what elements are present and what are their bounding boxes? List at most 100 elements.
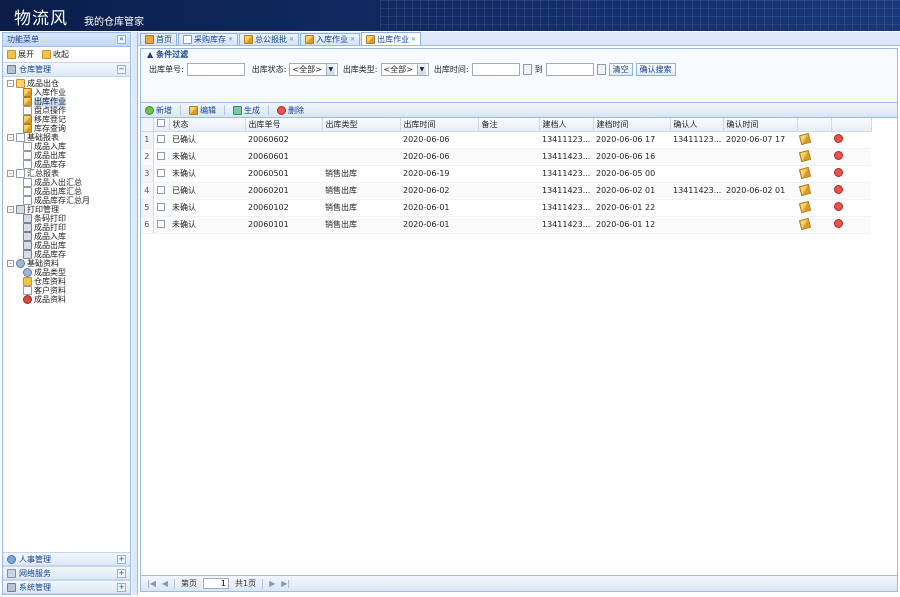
tree-node[interactable]: 成品资料 bbox=[5, 295, 130, 304]
next-page-icon[interactable]: ▶ bbox=[269, 579, 275, 588]
delete-icon[interactable] bbox=[834, 168, 843, 177]
delete-icon[interactable] bbox=[834, 185, 843, 194]
accordion-warehouse-header[interactable]: 仓库管理 − bbox=[3, 63, 130, 77]
table-row[interactable]: 1 已确认 20060602 2020-06-06 13411123... 2020-06… bbox=[141, 131, 871, 149]
close-icon[interactable]: ✕ bbox=[350, 36, 355, 43]
table-row[interactable]: 2 未确认 20060601 2020-06-06 13411423... 2020-06… bbox=[141, 148, 871, 166]
first-page-icon[interactable]: |◀ bbox=[147, 579, 156, 588]
status-select[interactable]: <全部> ▼ bbox=[289, 63, 338, 76]
tree-node[interactable]: 成品库存汇总月 bbox=[5, 196, 130, 205]
edit-pencil-icon[interactable] bbox=[798, 149, 812, 162]
tab-item[interactable]: 总公报批 ✕ bbox=[239, 33, 300, 45]
delete-icon[interactable] bbox=[834, 219, 843, 228]
clear-button[interactable]: 清空 bbox=[608, 63, 633, 76]
tab-item[interactable]: 出库作业 ✕ bbox=[361, 32, 422, 45]
tree-node[interactable]: 客户资料 bbox=[5, 286, 130, 295]
order-no-input[interactable] bbox=[186, 63, 245, 76]
tree-node[interactable]: 成品打印 bbox=[5, 223, 130, 232]
filter-header[interactable]: ▲ 条件过滤 bbox=[141, 49, 897, 60]
column-header[interactable]: 出库类型 bbox=[322, 118, 401, 132]
column-header[interactable]: 建档时间 bbox=[593, 118, 671, 132]
table-row[interactable]: 3 未确认 20060501 销售出库 2020-06-19 13411423... 202… bbox=[141, 165, 871, 183]
tree-node[interactable]: 成品库存 bbox=[5, 250, 130, 259]
tree-node[interactable]: - 打印管理 bbox=[5, 205, 130, 214]
checkbox[interactable] bbox=[157, 185, 166, 194]
column-header[interactable]: 出库单号 bbox=[245, 118, 323, 132]
tab-item[interactable]: 首页 bbox=[140, 33, 177, 45]
edit-button[interactable]: 编辑 bbox=[189, 105, 216, 116]
tree-node[interactable]: 出库作业 bbox=[5, 96, 130, 107]
table-row[interactable]: 4 已确认 20060201 销售出库 2020-06-02 13411423... 202… bbox=[141, 182, 871, 200]
tree-node[interactable]: - 成品出仓 bbox=[5, 79, 130, 88]
edit-pencil-icon[interactable] bbox=[798, 132, 812, 145]
edit-pencil-icon[interactable] bbox=[798, 166, 812, 179]
start-date-input[interactable] bbox=[471, 63, 520, 76]
accordion-system-header[interactable]: 系统管理 + bbox=[3, 580, 130, 594]
row-checkbox[interactable] bbox=[153, 165, 169, 183]
row-checkbox[interactable] bbox=[153, 148, 169, 166]
tree-expander-icon[interactable]: - bbox=[7, 170, 14, 177]
close-icon[interactable]: ✕ bbox=[411, 36, 416, 43]
tree-node[interactable]: 条码打印 bbox=[5, 214, 130, 223]
tab-item[interactable]: 入库作业 ✕ bbox=[300, 33, 361, 45]
tree-expander-icon[interactable]: - bbox=[7, 134, 14, 141]
row-checkbox[interactable] bbox=[153, 131, 169, 149]
collapse-all-button[interactable]: 收起 bbox=[42, 49, 69, 60]
calendar-icon[interactable] bbox=[596, 64, 606, 75]
type-select[interactable]: <全部> ▼ bbox=[380, 63, 429, 76]
chevron-down-icon[interactable]: ▼ bbox=[416, 64, 426, 75]
tree-node[interactable]: 成品入库 bbox=[5, 232, 130, 241]
collapse-arrow-icon[interactable]: ▲ bbox=[147, 50, 153, 59]
end-date-input[interactable] bbox=[545, 63, 594, 76]
checkbox[interactable] bbox=[157, 202, 166, 211]
tab-item[interactable]: 采购库存 ✕ bbox=[178, 33, 239, 45]
row-checkbox[interactable] bbox=[153, 199, 169, 217]
generate-button[interactable]: 生成 bbox=[233, 105, 260, 116]
tree-node[interactable]: - 基础资料 bbox=[5, 259, 130, 268]
tree-node[interactable]: 成品入库 bbox=[5, 142, 130, 151]
tree-node[interactable]: 成品库存 bbox=[5, 160, 130, 169]
collapse-panel-button[interactable]: « bbox=[117, 35, 126, 44]
tree-node[interactable]: 成品出库 bbox=[5, 151, 130, 160]
tree-expander-icon[interactable]: - bbox=[7, 260, 14, 267]
calendar-icon[interactable] bbox=[522, 64, 532, 75]
checkbox[interactable] bbox=[157, 134, 166, 143]
close-icon[interactable]: ✕ bbox=[289, 36, 294, 43]
row-checkbox[interactable] bbox=[153, 182, 169, 200]
checkbox[interactable] bbox=[157, 168, 166, 177]
delete-icon[interactable] bbox=[834, 134, 843, 143]
column-header[interactable]: 确认时间 bbox=[723, 118, 798, 132]
tree-expander-icon[interactable]: - bbox=[7, 206, 14, 213]
prev-page-icon[interactable]: ◀ bbox=[162, 579, 168, 588]
column-header[interactable]: 建档人 bbox=[539, 118, 594, 132]
column-header[interactable]: 状态 bbox=[169, 118, 246, 132]
tree-node[interactable]: 移库登记 bbox=[5, 115, 130, 124]
edit-pencil-icon[interactable] bbox=[798, 217, 812, 230]
accordion-hr-header[interactable]: 人事管理 + bbox=[3, 552, 130, 566]
delete-icon[interactable] bbox=[834, 202, 843, 211]
tree-expander-icon[interactable]: - bbox=[7, 80, 14, 87]
delete-button[interactable]: 删除 bbox=[277, 105, 304, 116]
last-page-icon[interactable]: ▶| bbox=[281, 579, 290, 588]
table-row[interactable]: 5 未确认 20060102 销售出库 2020-06-01 13411423... 202… bbox=[141, 199, 871, 217]
tree-node[interactable]: 仓库资料 bbox=[5, 277, 130, 286]
tree-node[interactable]: 成品出库 bbox=[5, 241, 130, 250]
tree-node[interactable]: 成品类型 bbox=[5, 268, 130, 277]
chevron-down-icon[interactable]: ▼ bbox=[325, 64, 335, 75]
edit-pencil-icon[interactable] bbox=[798, 200, 812, 213]
expand-all-button[interactable]: 展开 bbox=[7, 49, 34, 60]
page-number-input[interactable] bbox=[203, 578, 230, 589]
accordion-network-header[interactable]: 网络服务 + bbox=[3, 566, 130, 580]
checkbox[interactable] bbox=[157, 151, 166, 160]
tree-node[interactable]: 库存查询 bbox=[5, 124, 130, 133]
tree-node[interactable]: 盘点操作 bbox=[5, 106, 130, 115]
column-header[interactable]: 备注 bbox=[478, 118, 540, 132]
tree-node[interactable]: 入库作业 bbox=[5, 88, 130, 97]
close-icon[interactable]: ✕ bbox=[228, 36, 233, 43]
tree-node[interactable]: - 基础报表 bbox=[5, 133, 130, 142]
column-header[interactable]: 出库时间 bbox=[400, 118, 479, 132]
expand-icon[interactable]: + bbox=[117, 568, 126, 578]
row-checkbox[interactable] bbox=[153, 216, 169, 234]
search-button[interactable]: 确认搜索 bbox=[635, 63, 676, 76]
select-all-checkbox[interactable] bbox=[153, 118, 170, 132]
